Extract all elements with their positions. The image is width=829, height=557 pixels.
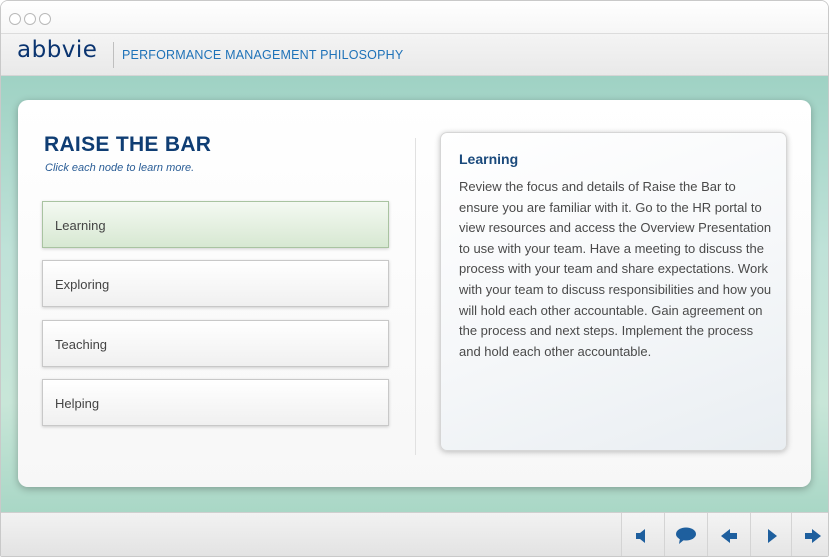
content-stage: RAISE THE BAR Click each node to learn m… bbox=[1, 76, 828, 512]
node-label: Teaching bbox=[55, 337, 108, 352]
browser-window: abbvie PERFORMANCE MANAGEMENT PHILOSOPHY… bbox=[0, 0, 829, 557]
header-divider bbox=[113, 42, 114, 68]
transcript-button[interactable] bbox=[664, 513, 707, 556]
node-label: Learning bbox=[55, 218, 106, 233]
audio-button[interactable] bbox=[621, 513, 664, 556]
content-panel: RAISE THE BAR Click each node to learn m… bbox=[18, 100, 811, 487]
speech-bubble-icon bbox=[676, 527, 696, 544]
node-learning[interactable]: Learning bbox=[42, 201, 389, 248]
node-exploring[interactable]: Exploring bbox=[42, 260, 389, 307]
page-instructions: Click each node to learn more. bbox=[45, 162, 195, 174]
window-minimize-button[interactable] bbox=[24, 13, 36, 25]
play-icon bbox=[768, 529, 777, 543]
node-label: Exploring bbox=[55, 277, 110, 292]
page-title: RAISE THE BAR bbox=[44, 133, 212, 156]
arrow-right-icon bbox=[805, 529, 821, 543]
node-teaching[interactable]: Teaching bbox=[42, 320, 389, 367]
previous-button[interactable] bbox=[707, 513, 750, 556]
window-zoom-button[interactable] bbox=[39, 13, 51, 25]
course-title: PERFORMANCE MANAGEMENT PHILOSOPHY bbox=[122, 48, 404, 62]
abbvie-logo: abbvie bbox=[17, 37, 98, 63]
play-button[interactable] bbox=[750, 513, 793, 556]
info-title: Learning bbox=[459, 151, 519, 167]
next-button[interactable] bbox=[791, 513, 828, 556]
speaker-icon bbox=[636, 529, 645, 543]
course-header: abbvie PERFORMANCE MANAGEMENT PHILOSOPHY bbox=[1, 34, 828, 76]
window-titlebar bbox=[1, 1, 828, 34]
node-label: Helping bbox=[55, 396, 100, 411]
arrow-left-icon bbox=[721, 529, 737, 543]
column-divider bbox=[415, 138, 416, 455]
info-body: Review the focus and details of Raise th… bbox=[459, 179, 772, 359]
window-close-button[interactable] bbox=[9, 13, 21, 25]
node-helping[interactable]: Helping bbox=[42, 379, 389, 426]
player-controls bbox=[1, 512, 828, 556]
info-panel: Learning Review the focus and details of… bbox=[440, 132, 787, 451]
